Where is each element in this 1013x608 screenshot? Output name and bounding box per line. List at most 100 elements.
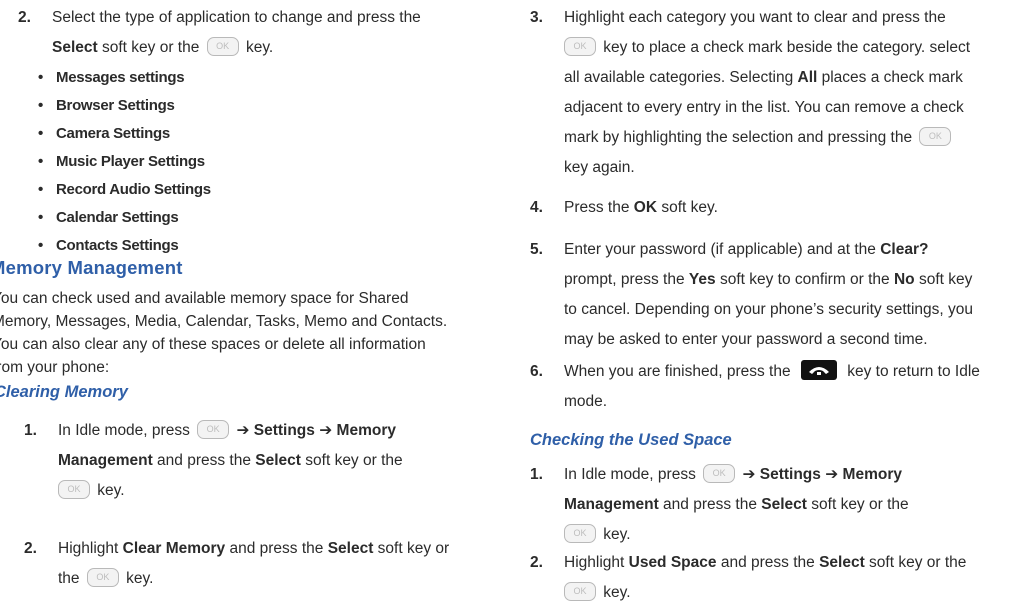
step-text: adjacent to every entry in the list. You… (564, 99, 964, 116)
menu-path-memory: Memory (336, 422, 396, 439)
paragraph-line: You can also clear any of these spaces o… (0, 336, 426, 353)
step-text: Highlight (58, 540, 123, 557)
clear-prompt-label: Clear? (880, 241, 929, 258)
ok-key-icon: OK (564, 582, 596, 602)
step-text: places a check mark (817, 69, 963, 86)
paragraph-line: from your phone: (0, 359, 110, 376)
step-text: mode. (564, 393, 608, 410)
step-text: In Idle mode, press (564, 466, 701, 483)
no-softkey-label: No (893, 271, 915, 288)
step-text: and press the (658, 496, 762, 513)
step-text: In Idle mode, press (58, 422, 195, 439)
list-item: Contacts Settings (38, 232, 436, 260)
list-item: Messages settings (38, 64, 436, 92)
subheading-clearing-memory: Clearing Memory (0, 383, 128, 401)
step-text: soft key (914, 271, 973, 288)
ok-key-icon: OK (564, 524, 596, 544)
menu-path-management: Management (564, 496, 659, 513)
clear-memory-step-4: 4. Press the OK soft key. (530, 193, 1010, 223)
step-text: to cancel. Depending on your phone’s sec… (564, 301, 973, 318)
clear-memory-step-6: 6. When you are finished, press the key … (530, 357, 1010, 417)
subheading-checking-used-space: Checking the Used Space (530, 431, 732, 449)
step-text: Highlight (564, 554, 629, 571)
step-number: 1. (24, 422, 37, 439)
select-softkey-label: Select (819, 554, 865, 571)
menu-path-management: Management (58, 452, 153, 469)
step-text: Enter your password (if applicable) and … (564, 241, 881, 258)
arrow-icon: ➔ (319, 422, 333, 439)
ok-softkey-label: OK (633, 199, 658, 216)
menu-item-clear-memory: Clear Memory (122, 540, 226, 557)
step-text: and press the (152, 452, 256, 469)
step-text: soft key or the (864, 554, 967, 571)
arrow-icon: ➔ (236, 422, 250, 439)
step-text: key. (121, 570, 154, 587)
select-softkey-label: Select (327, 540, 374, 557)
step-text: Highlight each category you want to clea… (564, 9, 946, 26)
step-text: soft key or the (806, 496, 909, 513)
list-item: Camera Settings (38, 120, 436, 148)
clear-memory-step-1: 1. In Idle mode, press OK ➔ Settings ➔ M… (24, 416, 484, 506)
menu-path-settings: Settings (759, 466, 821, 483)
application-settings-list: Messages settings Browser Settings Camer… (38, 64, 436, 260)
menu-item-used-space: Used Space (628, 554, 717, 571)
menu-path-settings: Settings (253, 422, 315, 439)
step-text: the (58, 570, 84, 587)
step-text: key. (599, 526, 631, 543)
list-item: Browser Settings (38, 92, 436, 120)
clear-memory-step-3: 3. Highlight each category you want to c… (530, 3, 1010, 183)
memory-intro-paragraph: You can check used and available memory … (0, 287, 482, 379)
menu-path-memory: Memory (842, 466, 902, 483)
ok-key-icon: OK (86, 568, 119, 588)
step-text: When you are finished, press the (564, 363, 795, 380)
paragraph-line: Memory, Messages, Media, Calendar, Tasks… (0, 313, 448, 330)
step-text: may be asked to enter your password a se… (564, 331, 928, 348)
step-number: 5. (530, 241, 543, 258)
step-text: Select the type of application to change… (52, 9, 421, 26)
step-text: key to return to Idle (842, 363, 980, 380)
ok-key-icon: OK (919, 127, 952, 147)
step-text: and press the (225, 540, 328, 557)
step-2-select-application: 2. Select the type of application to cha… (18, 3, 488, 63)
step-text: Press the (564, 199, 634, 216)
step-text: mark by highlighting the selection and p… (564, 129, 917, 146)
step-text: key again. (564, 159, 635, 176)
yes-softkey-label: Yes (688, 271, 716, 288)
step-number: 3. (530, 9, 543, 26)
option-all-label: All (797, 69, 818, 86)
step-text: key to place a check mark beside the cat… (599, 39, 971, 56)
used-space-step-2: 2. Highlight Used Space and press the Se… (530, 548, 1010, 608)
clear-memory-step-2: 2. Highlight Clear Memory and press the … (24, 534, 484, 594)
arrow-icon: ➔ (825, 466, 839, 483)
select-softkey-label: Select (255, 452, 301, 469)
select-softkey-label: Select (52, 39, 98, 56)
list-item: Music Player Settings (38, 148, 436, 176)
step-number: 2. (18, 9, 31, 26)
step-text: key. (241, 39, 274, 56)
step-text: prompt, press the (564, 271, 689, 288)
ok-key-icon: OK (703, 464, 736, 484)
end-key-icon (800, 359, 837, 380)
step-number: 2. (530, 554, 543, 571)
list-item: Calendar Settings (38, 204, 436, 232)
section-heading-memory-management: Memory Management (0, 257, 183, 278)
step-text: and press the (716, 554, 820, 571)
step-text: soft key to confirm or the (715, 271, 894, 288)
ok-key-icon: OK (197, 420, 230, 440)
step-text: all available categories. Selecting (564, 69, 798, 86)
arrow-icon: ➔ (742, 466, 756, 483)
step-text: soft key or the (97, 39, 204, 56)
step-text: key. (599, 584, 631, 601)
list-item: Record Audio Settings (38, 176, 436, 204)
used-space-step-1: 1. In Idle mode, press OK ➔ Settings ➔ M… (530, 460, 1010, 550)
ok-key-icon: OK (58, 480, 90, 500)
clear-memory-step-5: 5. Enter your password (if applicable) a… (530, 235, 1010, 355)
step-number: 6. (530, 363, 543, 380)
step-number: 2. (24, 540, 37, 557)
step-number: 1. (530, 466, 543, 483)
step-text: key. (93, 482, 125, 499)
step-text: soft key or the (300, 452, 403, 469)
step-number: 4. (530, 199, 543, 216)
step-text: soft key. (657, 199, 718, 216)
step-text: soft key or (373, 540, 450, 557)
